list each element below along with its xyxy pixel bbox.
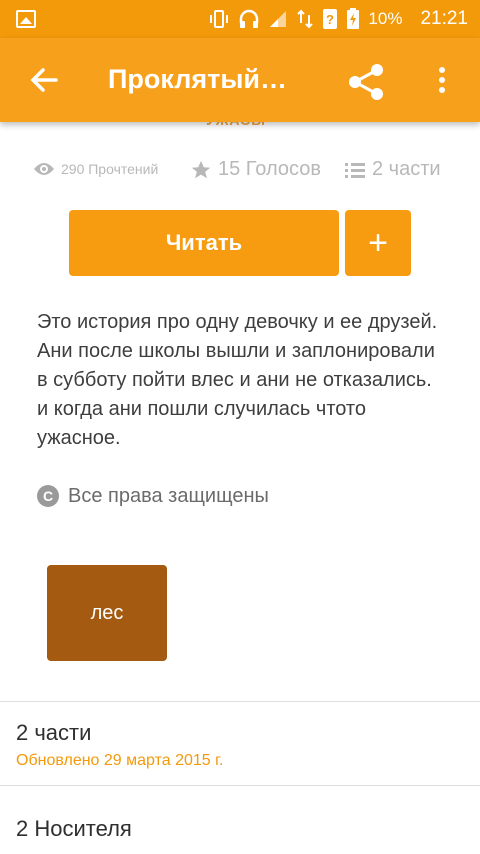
divider: [0, 701, 480, 702]
star-icon: [191, 160, 211, 178]
parts-count: 2 части: [372, 158, 441, 180]
signal-icon: [270, 11, 287, 27]
more-options-icon[interactable]: [430, 62, 454, 98]
vibrate-icon: [210, 10, 229, 28]
parts-stat: 2 части: [344, 158, 441, 181]
list-icon: [345, 162, 365, 178]
updated-date: Обновлено 29 марта 2015 г.: [16, 752, 224, 769]
divider: [0, 785, 480, 786]
story-stats: 290 Прочтений 15 Голосов 2 части: [0, 158, 480, 190]
headphones-icon: [240, 9, 259, 28]
share-icon[interactable]: [344, 60, 388, 104]
page-title: Проклятый…: [108, 64, 288, 94]
svg-text:C: C: [43, 488, 53, 504]
gallery-notification-icon: [16, 10, 36, 28]
votes-count: 15 Голосов: [218, 158, 321, 180]
reads-stat: 290 Прочтений: [33, 161, 158, 177]
reads-count: 290 Прочтений: [61, 161, 159, 177]
copyright-text: Все права защищены: [68, 484, 269, 507]
svg-text:?: ?: [326, 12, 334, 27]
clock: 21:21: [420, 8, 468, 29]
app-bar: Проклятый…: [0, 38, 480, 122]
status-bar: ? 10% 21:21: [0, 0, 480, 38]
add-to-library-button[interactable]: +: [345, 210, 411, 276]
copyright-icon: C: [37, 485, 59, 507]
parts-section-title[interactable]: 2 части: [16, 720, 91, 746]
story-tag[interactable]: лес: [47, 565, 167, 661]
story-description: Это история про одну девочку и ее друзей…: [37, 311, 438, 449]
data-transfer-icon: [297, 9, 314, 29]
eye-icon: [34, 163, 54, 175]
sim-unknown-icon: ?: [323, 9, 338, 29]
status-icons: ? 10% 21:21: [208, 0, 480, 38]
copyright-line: C Все права защищены: [36, 484, 269, 508]
votes-stat: 15 Голосов: [190, 158, 321, 181]
battery-charging-icon: [347, 8, 360, 29]
battery-percent: 10%: [368, 9, 403, 28]
read-button[interactable]: Читать: [69, 210, 339, 276]
back-arrow-icon[interactable]: [26, 62, 62, 98]
carriers-section-title[interactable]: 2 Носителя: [16, 816, 132, 842]
